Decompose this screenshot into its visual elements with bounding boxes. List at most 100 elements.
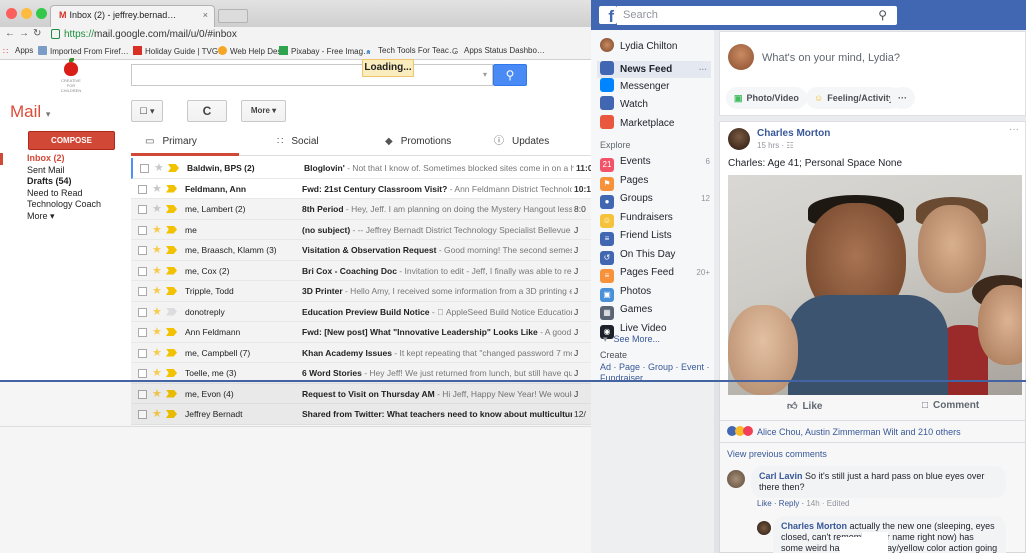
table-row[interactable]: ★ Ann Feldmann Fwd: [New post] What "Innov… [131, 322, 591, 343]
post-timestamp[interactable]: 15 hrs · ☷ [757, 141, 794, 150]
folder-item[interactable]: Inbox (2) [0, 153, 124, 165]
star-icon[interactable]: ★ [152, 325, 162, 338]
table-row[interactable]: ★ me, Campbell (7) Khan Academy Issues - I… [131, 342, 591, 363]
explore-item-on-this-day[interactable]: ↺ On This Day [600, 246, 714, 265]
nav-item-news-feed[interactable]: News Feed ··· [597, 61, 711, 78]
star-icon[interactable]: ★ [152, 182, 162, 195]
author-avatar[interactable] [728, 128, 750, 150]
row-checkbox[interactable] [140, 164, 149, 173]
star-icon[interactable]: ★ [152, 346, 162, 359]
folder-item[interactable]: Sent Mail [0, 165, 124, 177]
star-icon[interactable]: ★ [152, 202, 162, 215]
url-text[interactable]: https://mail.google.com/mail/u/0/#inbox [64, 29, 237, 40]
row-checkbox[interactable] [138, 225, 147, 235]
bookmark-apps-status[interactable]: G Apps Status Dashbo… [452, 46, 545, 56]
importance-marker-icon[interactable] [166, 246, 177, 254]
table-row[interactable]: ★ me, Braasch, Klamm (3) Visitation & Obse… [131, 240, 591, 261]
explore-item-fundraisers[interactable]: ☺ Fundraisers [600, 209, 714, 228]
row-checkbox[interactable] [138, 205, 147, 214]
minimize-window-button[interactable] [21, 8, 32, 19]
bookmark-tech-tools[interactable]: ● Tech Tools For Teac… [366, 46, 457, 56]
comment-author[interactable]: Charles Morton [781, 521, 847, 531]
bookmark-pixabay[interactable]: Pixabay - Free Imag… [279, 46, 371, 56]
table-row[interactable]: ★ Baldwin, BPS (2) Bloglovin' - Not that I… [131, 158, 591, 179]
tab-updates[interactable]: ⓘ Updates [456, 129, 568, 156]
importance-marker-icon[interactable] [166, 205, 177, 213]
row-checkbox[interactable] [138, 184, 147, 194]
post-author[interactable]: Charles Morton [757, 128, 830, 139]
address-bar[interactable]: ←→↻ https://mail.google.com/mail/u/0/#in… [0, 27, 591, 43]
importance-marker-icon[interactable] [168, 164, 179, 172]
importance-marker-icon[interactable] [166, 287, 177, 295]
explore-item-groups[interactable]: ● Groups 12 [600, 190, 714, 209]
close-window-button[interactable] [6, 8, 17, 19]
importance-marker-icon[interactable] [166, 184, 177, 193]
close-tab-icon[interactable]: × [203, 10, 208, 20]
folder-item[interactable]: Drafts (54) [0, 176, 124, 188]
tab-primary[interactable]: ▭ Primary [131, 129, 239, 156]
table-row[interactable]: ★ Tripple, Todd 3D Printer - Hello Amy, I … [131, 281, 591, 302]
table-row[interactable]: ★ me, Cox (2) Bri Cox - Coaching Doc - Inv… [131, 260, 591, 281]
select-all-checkbox[interactable]: ☐ ▾ [131, 100, 163, 122]
mail-search-input[interactable]: ▾ [131, 64, 493, 86]
row-checkbox[interactable] [138, 328, 147, 337]
explore-item-pages[interactable]: ⚑ Pages [600, 172, 714, 191]
tab-social[interactable]: ∷ Social [239, 129, 347, 156]
back-forward-reload-icons[interactable]: ←→↻ [5, 28, 45, 39]
importance-marker-icon[interactable] [166, 328, 177, 336]
profile-link[interactable]: Lydia Chilton [600, 38, 714, 55]
row-checkbox[interactable] [138, 369, 147, 378]
bookmark-folder-imported[interactable]: Imported From Firef… [38, 46, 129, 56]
facebook-search-input[interactable]: Search ⚲ [617, 6, 897, 25]
nav-item-messenger[interactable]: Messenger [600, 78, 714, 95]
importance-marker-icon[interactable] [166, 225, 177, 234]
nav-item-marketplace[interactable]: Marketplace [600, 115, 714, 132]
folder-item[interactable]: Technology Coach [0, 199, 124, 211]
like-button[interactable]: 👍︎ Like [787, 400, 822, 412]
view-previous-comments-link[interactable]: View previous comments [727, 449, 827, 459]
commenter-avatar[interactable] [757, 521, 771, 535]
star-icon[interactable]: ★ [154, 161, 164, 174]
search-button[interactable]: ⚲ [493, 64, 527, 86]
tab-promotions[interactable]: ◆ Promotions [347, 129, 456, 156]
commenter-avatar[interactable] [727, 470, 745, 488]
importance-marker-icon[interactable] [166, 348, 177, 357]
table-row[interactable]: ★ Feldmann, Ann Fwd: 21st Century Classroo… [131, 178, 591, 199]
bookmark-apps[interactable]: ∷ Apps [3, 46, 33, 56]
composer-action-1[interactable]: ☺ Feeling/Activity [806, 87, 902, 109]
new-tab-button[interactable] [218, 9, 248, 23]
see-more-link[interactable]: ▾ See More... [600, 331, 714, 348]
composer-action-2[interactable]: ··· [890, 87, 915, 109]
star-icon[interactable]: ★ [152, 264, 162, 277]
explore-item-pages-feed[interactable]: ≡ Pages Feed 20+ [600, 264, 714, 283]
importance-marker-icon[interactable] [166, 266, 177, 275]
explore-item-friend-lists[interactable]: ≡ Friend Lists [600, 227, 714, 246]
refresh-button[interactable]: C [187, 100, 227, 122]
comment-actions[interactable]: Like · Reply · 14h · Edited [757, 499, 850, 508]
browser-tab[interactable]: M Inbox (2) - jeffrey.bernad… × [50, 5, 215, 27]
table-row[interactable]: ★ donotreply Education Preview Build Notic… [131, 301, 591, 322]
composer-action-0[interactable]: ▣ Photo/Video [726, 87, 807, 109]
composer-input[interactable]: What's on your mind, Lydia? [762, 52, 900, 64]
row-checkbox[interactable] [138, 287, 147, 296]
row-checkbox[interactable] [138, 307, 147, 317]
comment-button[interactable]: □ Comment [922, 400, 979, 411]
star-icon[interactable]: ★ [152, 223, 162, 236]
row-checkbox[interactable] [138, 266, 147, 276]
importance-marker-icon[interactable] [166, 369, 177, 377]
star-icon[interactable]: ★ [152, 243, 162, 256]
compose-button[interactable]: COMPOSE [28, 131, 115, 150]
facebook-logo-icon[interactable]: f [599, 6, 617, 24]
post-photo[interactable] [728, 175, 1022, 395]
bookmark-web-help-desk[interactable]: Web Help Desk [218, 46, 285, 56]
search-icon[interactable]: ⚲ [878, 8, 887, 22]
star-icon[interactable]: ★ [152, 284, 162, 297]
star-icon[interactable]: ★ [152, 366, 162, 379]
zoom-window-button[interactable] [36, 8, 47, 19]
search-options-icon[interactable]: ▾ [483, 70, 487, 79]
folder-item[interactable]: More ▾ [0, 211, 124, 223]
table-row[interactable]: ★ me, Lambert (2) 8th Period - Hey, Jeff. … [131, 199, 591, 220]
row-checkbox[interactable] [138, 246, 147, 255]
importance-marker-icon[interactable] [166, 307, 177, 316]
comment-author[interactable]: Carl Lavin [759, 471, 803, 481]
